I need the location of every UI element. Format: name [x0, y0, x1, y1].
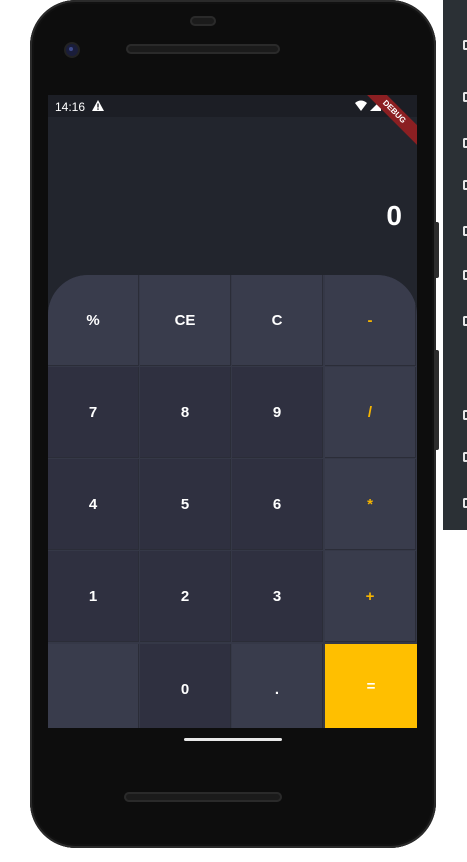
key-8[interactable]: 8 [140, 367, 231, 458]
front-camera [66, 44, 78, 56]
key-1[interactable]: 1 [48, 551, 139, 642]
app-screen: 14:16 DEBUG 0 % CE C - 7 8 9 / 4 5 6 * 1… [48, 95, 417, 728]
toolbar-icon[interactable] [463, 40, 467, 50]
toolbar-icon[interactable] [463, 226, 467, 236]
toolbar-icon[interactable] [463, 138, 467, 148]
key-6[interactable]: 6 [232, 459, 323, 550]
key-add[interactable]: + [325, 551, 416, 642]
key-clear[interactable]: C [232, 275, 323, 366]
key-5[interactable]: 5 [140, 459, 231, 550]
keypad: % CE C - 7 8 9 / 4 5 6 * 1 2 3 + 0 . = [48, 275, 417, 728]
warning-icon [92, 100, 104, 111]
toolbar-icon[interactable] [463, 92, 467, 102]
key-decimal[interactable]: . [232, 644, 323, 728]
power-button[interactable] [434, 222, 439, 278]
emulator-toolbar [443, 0, 467, 530]
volume-button[interactable] [434, 350, 439, 450]
toolbar-icon[interactable] [463, 180, 467, 190]
key-equals[interactable]: = [325, 644, 417, 728]
earpiece [190, 16, 216, 26]
toolbar-icon[interactable] [463, 270, 467, 280]
toolbar-icon[interactable] [463, 410, 467, 420]
key-0[interactable]: 0 [140, 644, 231, 728]
toolbar-icon[interactable] [463, 316, 467, 326]
toolbar-icon[interactable] [463, 452, 467, 462]
key-7[interactable]: 7 [48, 367, 139, 458]
key-3[interactable]: 3 [232, 551, 323, 642]
key-empty[interactable] [48, 644, 139, 728]
home-gesture-bar[interactable] [184, 738, 282, 741]
key-4[interactable]: 4 [48, 459, 139, 550]
bottom-speaker [124, 792, 282, 802]
key-divide[interactable]: / [325, 367, 416, 458]
toolbar-icon[interactable] [463, 498, 467, 508]
status-bar: 14:16 DEBUG [48, 95, 417, 149]
key-clear-entry[interactable]: CE [140, 275, 231, 366]
status-time: 14:16 [55, 100, 86, 114]
key-9[interactable]: 9 [232, 367, 323, 458]
key-multiply[interactable]: * [325, 459, 416, 550]
top-speaker [126, 44, 280, 54]
key-subtract[interactable]: - [325, 275, 416, 366]
key-2[interactable]: 2 [140, 551, 231, 642]
result-display: 0 [386, 200, 402, 231]
wifi-icon [355, 100, 367, 111]
key-percent[interactable]: % [48, 275, 139, 366]
